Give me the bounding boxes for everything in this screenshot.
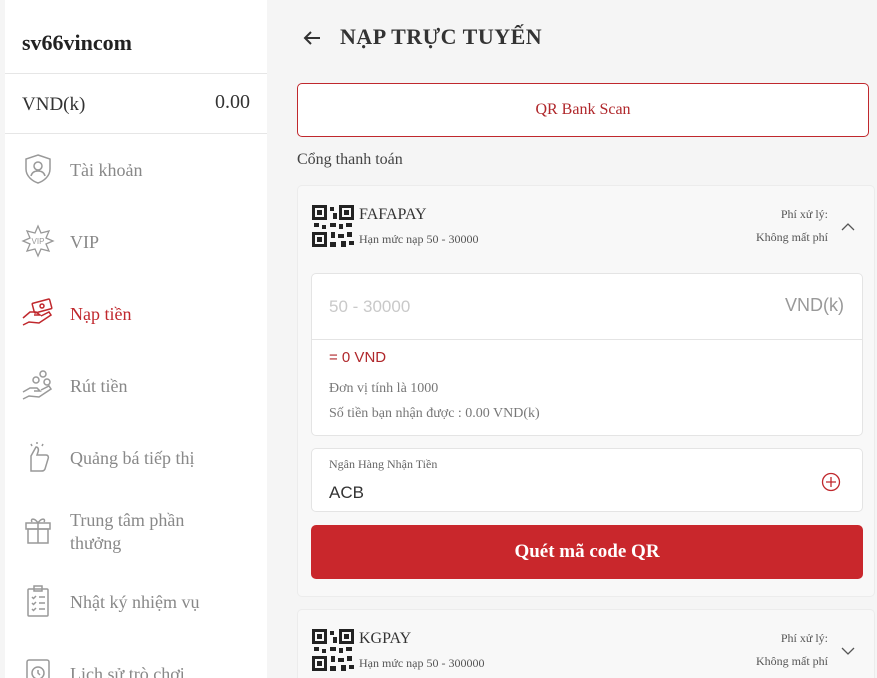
sidebar-item-game-history[interactable]: Lịch sử trò chơi [5,644,267,678]
account-shield-icon [21,152,55,186]
qr-bank-scan-button[interactable]: QR Bank Scan [297,83,869,137]
amount-unit: VND(k) [785,295,844,315]
receive-amount-note: Số tiền bạn nhận được : 0.00 VND(k) [329,406,540,421]
gateway-fee-label: Phí xử lý: [780,207,828,221]
withdraw-hand-coins-icon [21,368,55,402]
bank-label: Ngân Hàng Nhận Tiền [329,457,438,471]
gateway-card-fafapay: FAFAPAY Hạn mức nạp 50 - 30000 Phí xử lý… [297,185,875,597]
qr-code-icon [312,629,354,671]
balance-value: 0.00 [215,91,250,113]
deposit-hand-icon [21,296,55,330]
back-arrow-icon[interactable] [301,27,323,49]
sidebar-item-label: Nhật ký nhiệm vụ [70,592,200,612]
marketing-thumb-icon [21,440,55,474]
balance-label: VND(k) [22,94,86,115]
chevron-up-icon[interactable] [840,219,856,235]
unit-note: Đơn vị tính là 1000 [329,381,439,396]
gateway-name: FAFAPAY [359,206,427,223]
sidebar: sv66vincom VND(k) 0.00 Tài khoản VIP VIP [5,0,267,678]
chevron-down-icon[interactable] [840,643,856,659]
gateway-fee-label: Phí xử lý: [780,631,828,645]
gateway-fee-value: Không mất phí [756,654,828,668]
receiving-bank-select[interactable]: Ngân Hàng Nhận Tiền ACB [311,448,863,512]
sidebar-item-marketing[interactable]: Quảng bá tiếp thị [5,428,267,488]
bank-value: ACB [329,483,364,502]
payment-gateway-label: Cổng thanh toán [297,151,403,168]
sidebar-item-deposit[interactable]: Nạp tiền [5,284,267,344]
sidebar-item-vip[interactable]: VIP VIP [5,212,267,272]
sidebar-item-label: Tài khoản [70,160,143,180]
converted-amount: = 0 VND [329,349,387,366]
sidebar-item-withdraw[interactable]: Rút tiền [5,356,267,416]
sidebar-item-mission-log[interactable]: Nhật ký nhiệm vụ [5,572,267,632]
amount-box: VND(k) = 0 VND Đơn vị tính là 1000 Số ti… [311,273,863,436]
sidebar-item-label: Trung tâm phần thưởng [70,510,185,553]
sidebar-item-label: Quảng bá tiếp thị [70,448,195,468]
gift-icon [21,512,55,546]
scan-qr-button[interactable]: Quét mã code QR [311,525,863,579]
divider [5,133,267,134]
username: sv66vincom [22,30,132,55]
qr-code-icon [312,205,354,247]
vip-star-icon: VIP [21,224,55,258]
amount-input[interactable] [312,274,862,340]
gateway-card-kgpay[interactable]: KGPAY Hạn mức nạp 50 - 300000 Phí xử lý:… [297,609,875,678]
sidebar-item-account[interactable]: Tài khoản [5,140,267,200]
clipboard-list-icon [21,584,55,618]
sidebar-item-label: Lịch sử trò chơi [70,664,185,678]
sidebar-item-label: Nạp tiền [70,304,132,324]
divider [5,73,267,74]
page-title: NẠP TRỰC TUYẾN [340,24,543,49]
gateway-name: KGPAY [359,630,412,647]
svg-text:VIP: VIP [32,237,45,246]
gateway-limit: Hạn mức nạp 50 - 300000 [359,656,485,670]
sidebar-item-label: Rút tiền [70,376,128,396]
sidebar-item-rewards[interactable]: Trung tâm phần thưởng [5,500,267,572]
game-history-icon [21,656,55,678]
gateway-fee-value: Không mất phí [756,230,828,244]
plus-circle-icon[interactable] [821,472,841,492]
sidebar-item-label: VIP [70,232,100,252]
main-content: NẠP TRỰC TUYẾN QR Bank Scan Cổng thanh t… [267,0,877,678]
gateway-limit: Hạn mức nạp 50 - 30000 [359,232,479,246]
